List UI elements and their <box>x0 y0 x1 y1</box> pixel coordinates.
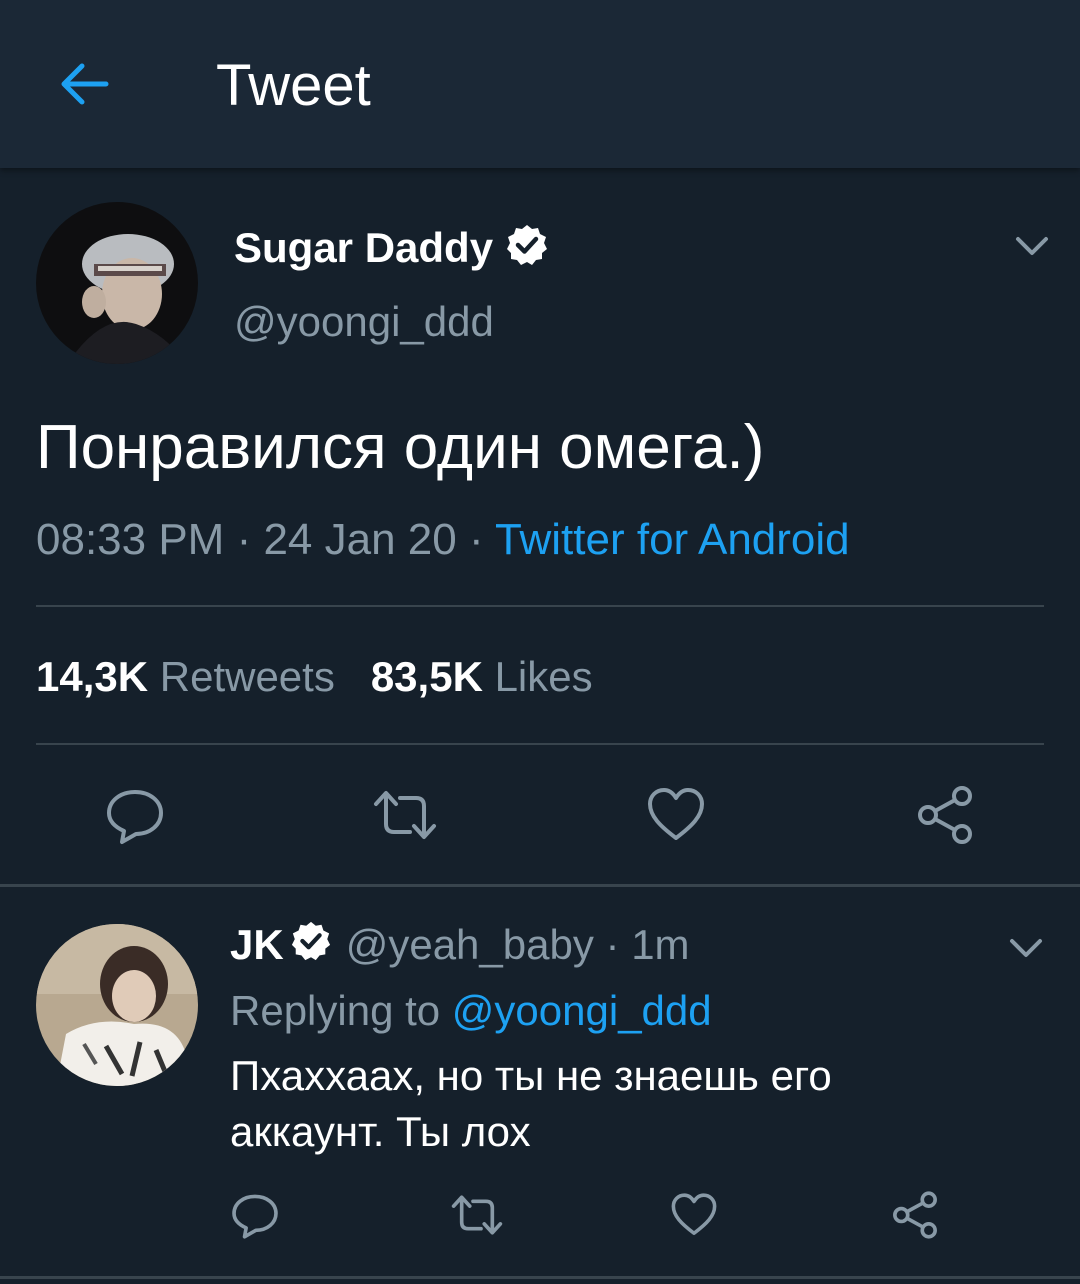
page-title: Tweet <box>216 53 371 118</box>
reply-text-line: аккаунт. Ты лох <box>230 1108 531 1155</box>
retweets-stat[interactable]: 14,3K Retweets <box>36 653 335 700</box>
replying-label: Replying to <box>230 987 452 1034</box>
tweet-meta: 08:33 PM · 24 Jan 20 · Twitter for Andro… <box>36 512 850 568</box>
arrow-left-icon[interactable] <box>56 56 112 112</box>
verified-badge-icon <box>505 223 549 279</box>
section-divider <box>0 884 1080 887</box>
reply-icon[interactable] <box>230 1190 280 1240</box>
retweet-icon[interactable] <box>372 784 438 846</box>
chevron-down-icon[interactable] <box>1006 928 1046 968</box>
divider <box>0 1276 1080 1279</box>
tweet-date: 24 Jan 20 <box>263 515 457 564</box>
reply-time: 1m <box>631 921 690 968</box>
author-avatar[interactable] <box>36 202 198 364</box>
likes-label: Likes <box>494 653 593 700</box>
tweet-text: Понравился один омега.) <box>36 413 765 482</box>
likes-count: 83,5K <box>370 653 483 700</box>
verified-badge-icon <box>290 920 332 975</box>
author-name-row[interactable]: Sugar Daddy <box>234 222 549 279</box>
divider <box>36 605 1044 607</box>
meta-separator: · <box>224 515 264 564</box>
meta-separator: · <box>456 515 496 564</box>
divider <box>36 743 1044 745</box>
retweets-count: 14,3K <box>36 653 149 700</box>
engagement-stats: 14,3K Retweets 83,5K Likes <box>36 650 593 704</box>
tweet-time: 08:33 PM <box>36 515 225 564</box>
meta-separator: · <box>593 921 632 968</box>
author-handle[interactable]: @yoongi_ddd <box>234 296 494 348</box>
chevron-down-icon[interactable] <box>1012 226 1052 266</box>
reply-text-line: Пхаххаах, но ты не знаешь его <box>230 1052 832 1099</box>
reply-icon[interactable] <box>104 784 166 846</box>
top-app-bar: Tweet <box>0 0 1080 168</box>
like-icon[interactable] <box>670 1192 718 1238</box>
reply-text: Пхаххаах, но ты не знаешь его аккаунт. Т… <box>230 1048 1010 1160</box>
share-icon[interactable] <box>914 784 976 846</box>
retweet-icon[interactable] <box>450 1190 504 1240</box>
retweets-label: Retweets <box>159 653 335 700</box>
author-name: Sugar Daddy <box>234 224 494 271</box>
like-icon[interactable] <box>646 786 706 844</box>
reply-author-name[interactable]: JK <box>230 921 284 968</box>
tweet-source-link[interactable]: Twitter for Android <box>495 515 850 564</box>
likes-stat[interactable]: 83,5K Likes <box>371 653 593 700</box>
replying-to-mention[interactable]: @yoongi_ddd <box>452 987 712 1034</box>
replying-to-line: Replying to @yoongi_ddd <box>230 984 712 1038</box>
reply-header: JK @yeah_baby · 1m <box>230 918 690 975</box>
reply-author-handle[interactable]: @yeah_baby <box>346 921 594 968</box>
share-icon[interactable] <box>890 1190 940 1240</box>
reply-author-avatar[interactable] <box>36 924 198 1086</box>
